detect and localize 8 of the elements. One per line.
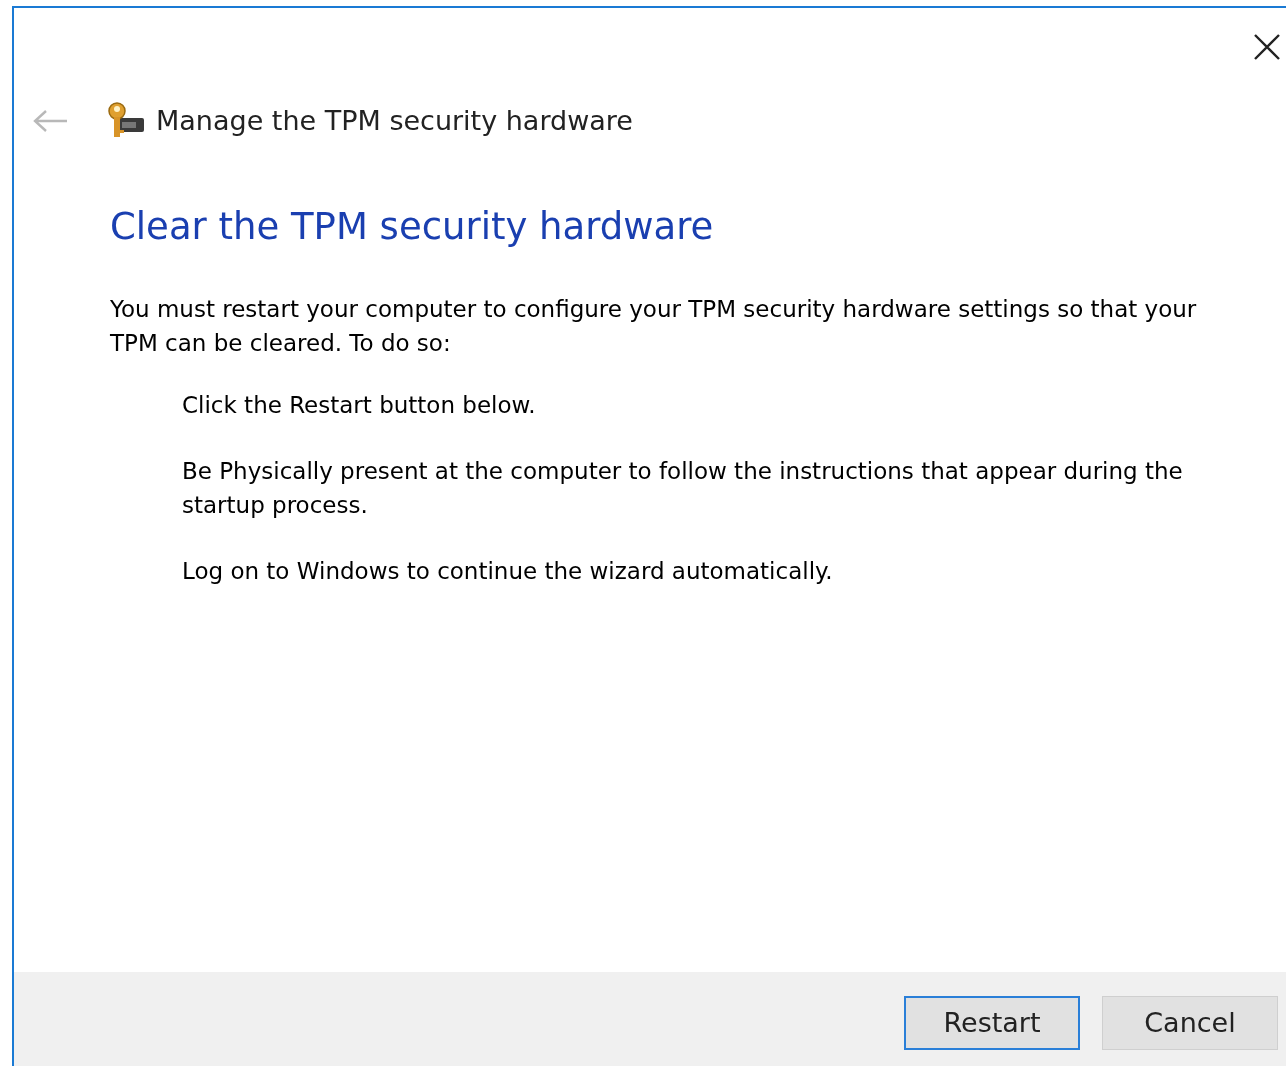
intro-text: You must restart your computer to configure your TPM security hardware settings so that your TPM can be cleared. To do so:: [110, 295, 1198, 359]
page-heading: Clear the TPM security hardware: [110, 204, 715, 250]
instruction-text: Be Physically present at the computer to follow the instructions that appear during the startup process.: [182, 457, 1184, 521]
dialog-button[interactable]: Restart: [904, 996, 1080, 1050]
instruction-text: Log on to Windows to continue the wizard automatically.: [182, 557, 834, 587]
dialog-button[interactable]: Cancel: [1102, 996, 1278, 1050]
window-title: Manage the TPM security hardware: [156, 103, 633, 138]
instruction-text: Click the Restart button below.: [182, 391, 537, 421]
